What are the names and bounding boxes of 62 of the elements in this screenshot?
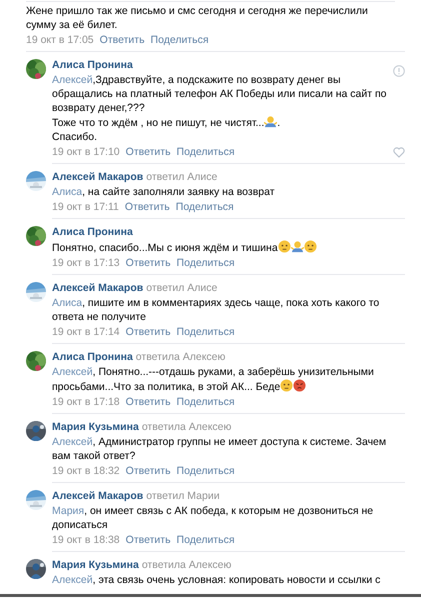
- author-name[interactable]: Алексей Макаров: [52, 170, 144, 184]
- reply-to-label: ответила Алексею: [136, 350, 226, 364]
- mention-link[interactable]: Алексей: [52, 574, 93, 586]
- author-name[interactable]: Мария Кузьмина: [52, 420, 139, 434]
- action-link[interactable]: Ответить: [124, 200, 170, 214]
- mention-link[interactable]: Алиса: [52, 297, 82, 309]
- mention-link[interactable]: Алиса: [52, 186, 82, 198]
- author-name[interactable]: Мария Кузьмина: [52, 558, 139, 572]
- comment-text: Алексей,Здравствуйте, а подскажите по возврату денег вы обращались на платный телефон АК Победы или писали на сайт по возврату денег,??? Тоже что то ждём , но не пишут, не чистят... . Спасибо.: [52, 73, 388, 144]
- mention-link[interactable]: Алексей: [52, 366, 93, 378]
- author-name[interactable]: Алиса Пронина: [52, 225, 133, 239]
- comment-text: Алексей, эта связь очень условная: копировать новости и ссылки с: [52, 573, 382, 587]
- author-name[interactable]: Алексей Макаров: [52, 281, 144, 295]
- emoji-face-icon: [280, 379, 294, 392]
- action-link[interactable]: Ответить: [126, 395, 171, 409]
- author-name[interactable]: Алиса Пронина: [52, 58, 133, 72]
- comment-text: Алиса, пишите им в комментариях здесь чаще, пока хоть какого то ответа не получите: [52, 296, 380, 324]
- mention-link[interactable]: Мария: [52, 505, 84, 517]
- action-link[interactable]: Ответить: [126, 145, 171, 159]
- reply-to-label: ответила Алексею: [142, 558, 232, 572]
- comment-time[interactable]: 19 окт в 18:38: [52, 533, 120, 547]
- comment-time[interactable]: 19 окт в 17:14: [52, 325, 120, 339]
- action-link[interactable]: Ответить: [126, 325, 171, 339]
- action-link[interactable]: Ответить: [126, 256, 171, 270]
- reply-to-label: ответил Марии: [146, 489, 220, 503]
- emoji-angry-face-icon: [293, 379, 306, 392]
- comment-text: Мария, он имеет связь с АК победа, к которым не дозвониться не дописаться: [52, 504, 374, 532]
- like-icon[interactable]: [393, 146, 405, 158]
- action-link[interactable]: Поделиться: [150, 33, 209, 47]
- comment-time[interactable]: 19 окт в 18:32: [52, 464, 120, 478]
- comment-text: Алексей, Понятно...---отдашь руками, а заберёшь унизительными просьбами...Что за политика, в этой АК... Беде: [52, 365, 375, 394]
- emoji-person-icon: [290, 240, 304, 253]
- reply-to-label: ответил Алисе: [146, 170, 218, 184]
- action-link[interactable]: Поделиться: [176, 533, 235, 547]
- reply-to-label: ответила Алексею: [142, 420, 232, 434]
- comment-text: Жене пришло так же письмо и смс сегодня и сегодня же перечислили сумму за её билет.: [26, 4, 369, 32]
- emoji-face-icon: [304, 240, 317, 253]
- action-link[interactable]: Поделиться: [176, 145, 235, 159]
- action-link[interactable]: Поделиться: [176, 325, 235, 339]
- action-link[interactable]: Поделиться: [176, 395, 235, 409]
- report-icon[interactable]: [393, 65, 405, 77]
- action-link[interactable]: Ответить: [100, 33, 145, 47]
- reply-to-label: ответил Алисе: [146, 281, 218, 295]
- comment-time[interactable]: 19 окт в 17:05: [26, 33, 94, 47]
- action-link[interactable]: Ответить: [126, 533, 171, 547]
- action-link[interactable]: Поделиться: [176, 200, 234, 214]
- comment-time[interactable]: 19 окт в 17:10: [52, 145, 120, 159]
- comment-text: Алексей, Администратор группы не имеет доступа к системе. Зачем вам такой ответ?: [52, 435, 388, 463]
- mention-link[interactable]: Алексей: [52, 74, 93, 86]
- action-link[interactable]: Поделиться: [176, 256, 235, 270]
- comment-time[interactable]: 19 окт в 17:11: [52, 200, 119, 214]
- action-link[interactable]: Ответить: [126, 464, 171, 478]
- author-name[interactable]: Алиса Пронина: [52, 350, 133, 364]
- emoji-person-icon: [264, 115, 278, 128]
- action-link[interactable]: Поделиться: [176, 464, 235, 478]
- author-name[interactable]: Алексей Макаров: [52, 489, 144, 503]
- mention-link[interactable]: Алексей: [52, 436, 93, 448]
- emoji-face-icon: [278, 240, 291, 253]
- comment-time[interactable]: 19 окт в 17:13: [52, 256, 120, 270]
- comment-time[interactable]: 19 окт в 17:18: [52, 395, 120, 409]
- comment-text: Понятно, спасибо...Мы с июня ждём и тишина: [52, 240, 405, 255]
- comment-text: Алиса, на сайте заполняли заявку на возврат: [52, 185, 276, 199]
